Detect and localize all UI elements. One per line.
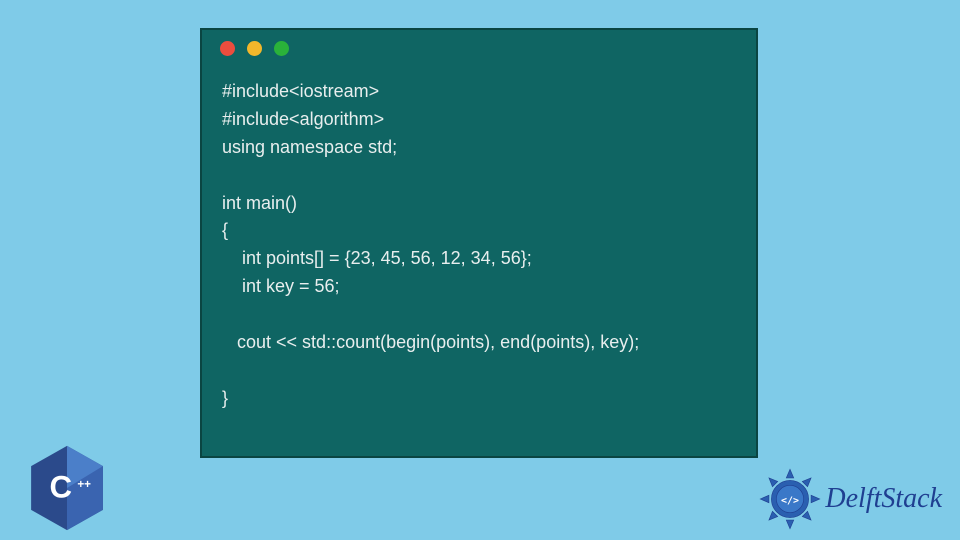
- code-window: #include<iostream> #include<algorithm> u…: [200, 28, 758, 458]
- svg-text:</>: </>: [781, 495, 799, 506]
- code-line: using namespace std;: [222, 137, 397, 157]
- code-line: #include<iostream>: [222, 81, 379, 101]
- delftstack-brand-text: DelftStack: [825, 483, 942, 515]
- code-line: {: [222, 220, 228, 240]
- svg-text:C: C: [49, 469, 72, 504]
- delftstack-icon: </>: [759, 468, 821, 530]
- code-line: int points[] = {23, 45, 56, 12, 34, 56};: [222, 248, 532, 268]
- code-line: int main(): [222, 193, 297, 213]
- code-line: cout << std::count(begin(points), end(po…: [222, 332, 639, 352]
- maximize-icon: [274, 41, 289, 56]
- code-block: #include<iostream> #include<algorithm> u…: [202, 66, 756, 413]
- close-icon: [220, 41, 235, 56]
- window-titlebar: [202, 30, 756, 66]
- svg-text:++: ++: [77, 478, 91, 491]
- code-line: #include<algorithm>: [222, 109, 384, 129]
- minimize-icon: [247, 41, 262, 56]
- cpp-language-icon: C ++: [28, 444, 106, 532]
- code-line: }: [222, 388, 228, 408]
- code-line: int key = 56;: [222, 276, 340, 296]
- delftstack-logo: </> DelftStack: [759, 468, 942, 530]
